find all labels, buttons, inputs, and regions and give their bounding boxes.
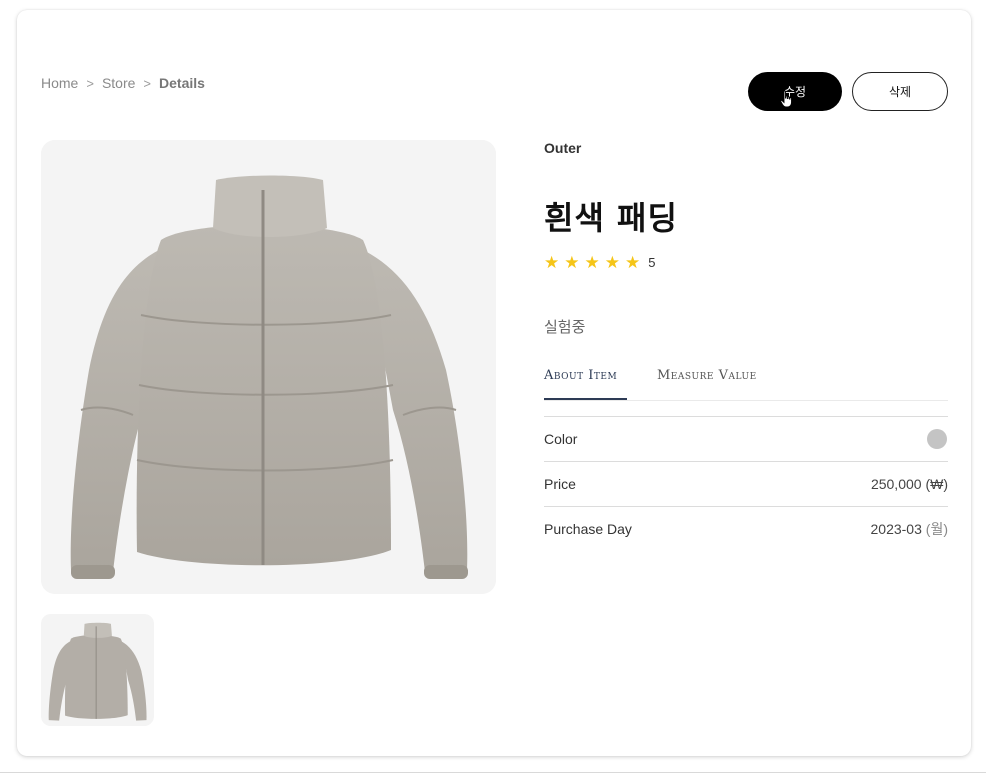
star-icon: ★ bbox=[584, 253, 600, 272]
spec-row-color: Color bbox=[544, 417, 948, 462]
delete-button[interactable]: 삭제 bbox=[852, 72, 948, 111]
spec-label-price: Price bbox=[544, 476, 576, 492]
purchase-unit: (월) bbox=[925, 521, 948, 537]
chevron-right-icon: > bbox=[143, 75, 152, 91]
edit-button[interactable]: 수정 bbox=[748, 72, 842, 111]
hand-pointer-icon bbox=[780, 90, 792, 108]
spec-row-price: Price 250,000 (₩) bbox=[544, 462, 948, 507]
product-detail-card: Home > Store > Details 수정 삭제 Outer 흰색 패딩… bbox=[17, 10, 971, 756]
price-amount: 250,000 bbox=[870, 476, 922, 492]
breadcrumb: Home > Store > Details bbox=[41, 75, 205, 91]
tab-about-item[interactable]: About Item bbox=[544, 368, 627, 400]
color-swatch bbox=[927, 429, 947, 449]
jacket-thumbnail-image bbox=[41, 614, 154, 726]
tab-measure-value[interactable]: Measure Value bbox=[657, 368, 757, 398]
product-category: Outer bbox=[544, 140, 582, 156]
spec-label-color: Color bbox=[544, 431, 578, 447]
spec-value-purchase-day: 2023-03 (월) bbox=[871, 519, 949, 539]
detail-tabs: About Item Measure Value bbox=[544, 365, 948, 401]
jacket-image bbox=[41, 140, 496, 594]
breadcrumb-home[interactable]: Home bbox=[41, 75, 78, 91]
page-bottom-rule bbox=[0, 772, 986, 773]
spec-value-price: 250,000 (₩) bbox=[871, 476, 948, 492]
star-icon: ★ bbox=[564, 253, 580, 272]
chevron-right-icon: > bbox=[86, 75, 94, 91]
product-main-image bbox=[41, 140, 496, 594]
purchase-date: 2023-03 bbox=[870, 521, 922, 537]
product-title: 흰색 패딩 bbox=[544, 199, 678, 237]
spec-row-purchase-day: Purchase Day 2023-03 (월) bbox=[544, 507, 948, 551]
rating-value: 5 bbox=[648, 255, 656, 270]
spec-label-purchase-day: Purchase Day bbox=[544, 521, 632, 537]
product-rating: ★ ★ ★ ★ ★ 5 bbox=[544, 254, 655, 271]
star-icon: ★ bbox=[604, 253, 620, 272]
product-thumbnail[interactable] bbox=[41, 614, 154, 726]
price-unit: (₩) bbox=[925, 476, 948, 492]
breadcrumb-store[interactable]: Store bbox=[102, 75, 135, 91]
spec-table: Color Price 250,000 (₩) Purchase Day 202… bbox=[544, 416, 948, 551]
star-icon: ★ bbox=[544, 253, 560, 272]
breadcrumb-current: Details bbox=[159, 75, 205, 91]
product-description: 실험중 bbox=[544, 318, 586, 336]
star-icon: ★ bbox=[625, 253, 641, 272]
